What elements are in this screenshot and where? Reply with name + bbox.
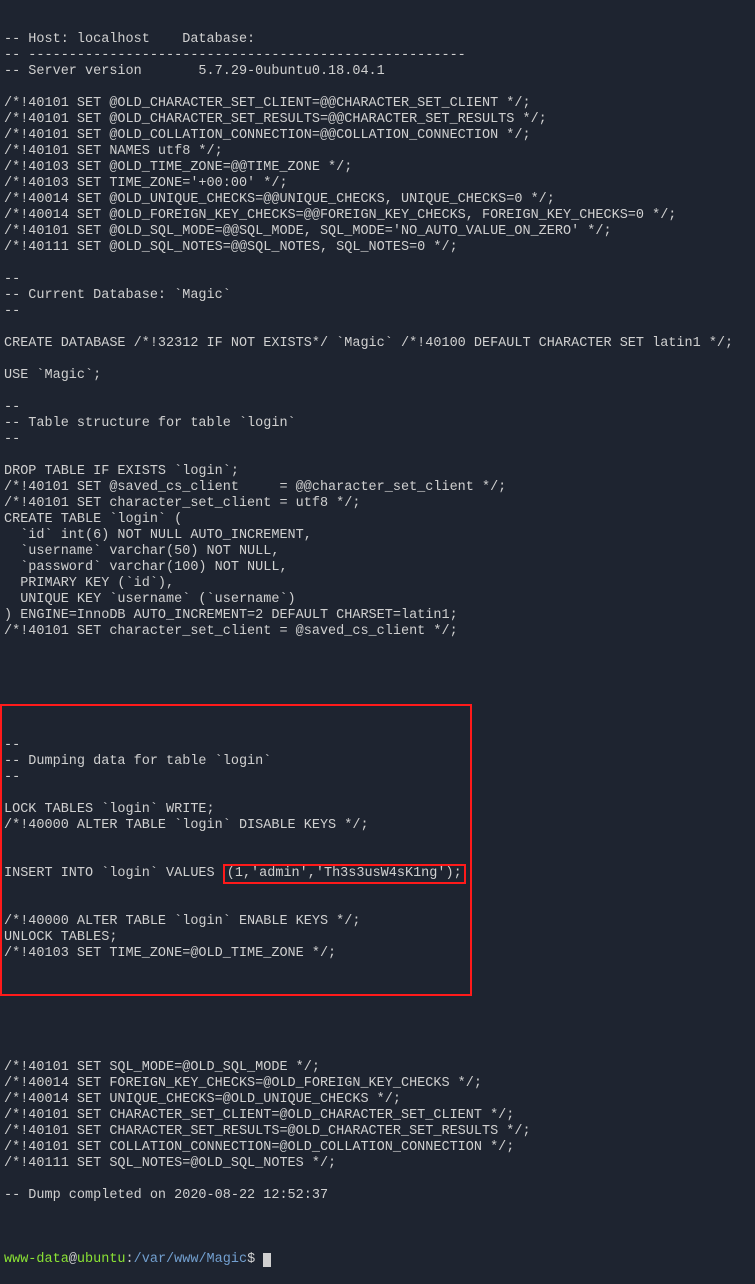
redbox-line: -- — [4, 770, 468, 786]
output-line: CREATE DATABASE /*!32312 IF NOT EXISTS*/… — [4, 336, 751, 352]
output-line: ) ENGINE=InnoDB AUTO_INCREMENT=2 DEFAULT… — [4, 608, 751, 624]
prompt-path: /var/www/Magic — [134, 1252, 247, 1267]
cursor-icon — [263, 1253, 271, 1267]
output-line: -- — [4, 272, 751, 288]
prompt-colon: : — [126, 1252, 134, 1267]
redbox-line — [4, 786, 468, 802]
output-line: /*!40103 SET TIME_ZONE='+00:00' */; — [4, 176, 751, 192]
output-line — [4, 320, 751, 336]
output-line: /*!40111 SET SQL_NOTES=@OLD_SQL_NOTES */… — [4, 1156, 751, 1172]
redbox-lines-after: /*!40000 ALTER TABLE `login` ENABLE KEYS… — [4, 914, 468, 962]
output-line: -- Server version 5.7.29-0ubuntu0.18.04.… — [4, 64, 751, 80]
output-line — [4, 1044, 751, 1060]
output-line: -- Host: localhost Database: — [4, 32, 751, 48]
output-line: DROP TABLE IF EXISTS `login`; — [4, 464, 751, 480]
highlighted-dump-section: ---- Dumping data for table `login`-- LOC… — [0, 704, 472, 996]
output-line: /*!40101 SET CHARACTER_SET_RESULTS=@OLD_… — [4, 1124, 751, 1140]
output-line: -- — [4, 432, 751, 448]
sql-dump-output-bottom: /*!40101 SET SQL_MODE=@OLD_SQL_MODE */;/… — [4, 1044, 751, 1204]
redbox-line: UNLOCK TABLES; — [4, 930, 468, 946]
output-line — [4, 448, 751, 464]
output-line: /*!40103 SET @OLD_TIME_ZONE=@@TIME_ZONE … — [4, 160, 751, 176]
prompt-at: @ — [69, 1252, 77, 1267]
prompt-dollar: $ — [247, 1252, 255, 1267]
output-line: /*!40101 SET @OLD_CHARACTER_SET_CLIENT=@… — [4, 96, 751, 112]
prompt-host: ubuntu — [77, 1252, 126, 1267]
terminal-window[interactable]: -- Host: localhost Database:-- ---------… — [0, 0, 755, 1284]
output-line: /*!40101 SET character_set_client = utf8… — [4, 496, 751, 512]
redbox-line: -- — [4, 738, 468, 754]
output-line: /*!40111 SET @OLD_SQL_NOTES=@@SQL_NOTES,… — [4, 240, 751, 256]
output-line: /*!40101 SET COLLATION_CONNECTION=@OLD_C… — [4, 1140, 751, 1156]
output-line: -- — [4, 400, 751, 416]
output-line — [4, 256, 751, 272]
output-line — [4, 640, 751, 656]
output-line: /*!40014 SET FOREIGN_KEY_CHECKS=@OLD_FOR… — [4, 1076, 751, 1092]
output-line: USE `Magic`; — [4, 368, 751, 384]
output-line: -- Current Database: `Magic` — [4, 288, 751, 304]
insert-prefix: INSERT INTO `login` VALUES — [4, 866, 223, 881]
output-line: /*!40101 SET CHARACTER_SET_CLIENT=@OLD_C… — [4, 1108, 751, 1124]
redbox-lines-before: ---- Dumping data for table `login`-- LOC… — [4, 738, 468, 834]
output-line: /*!40014 SET UNIQUE_CHECKS=@OLD_UNIQUE_C… — [4, 1092, 751, 1108]
output-line — [4, 352, 751, 368]
output-line: /*!40101 SET @OLD_SQL_MODE=@@SQL_MODE, S… — [4, 224, 751, 240]
output-line: `password` varchar(100) NOT NULL, — [4, 560, 751, 576]
sql-dump-output-top: -- Host: localhost Database:-- ---------… — [4, 32, 751, 656]
output-line: CREATE TABLE `login` ( — [4, 512, 751, 528]
output-line: -- -------------------------------------… — [4, 48, 751, 64]
output-line: /*!40014 SET @OLD_UNIQUE_CHECKS=@@UNIQUE… — [4, 192, 751, 208]
prompt-user: www-data — [4, 1252, 69, 1267]
insert-line: INSERT INTO `login` VALUES (1,'admin','T… — [4, 866, 468, 882]
output-line — [4, 80, 751, 96]
output-line: -- Table structure for table `login` — [4, 416, 751, 432]
output-line: -- Dump completed on 2020-08-22 12:52:37 — [4, 1188, 751, 1204]
output-line — [4, 1172, 751, 1188]
output-line: /*!40101 SET character_set_client = @sav… — [4, 624, 751, 640]
output-line: PRIMARY KEY (`id`), — [4, 576, 751, 592]
redbox-line: -- Dumping data for table `login` — [4, 754, 468, 770]
output-line: /*!40014 SET @OLD_FOREIGN_KEY_CHECKS=@@F… — [4, 208, 751, 224]
output-line: /*!40101 SET NAMES utf8 */; — [4, 144, 751, 160]
output-line: /*!40101 SET @saved_cs_client = @@charac… — [4, 480, 751, 496]
redbox-line: /*!40000 ALTER TABLE `login` DISABLE KEY… — [4, 818, 468, 834]
output-line: -- — [4, 304, 751, 320]
redbox-line: /*!40000 ALTER TABLE `login` ENABLE KEYS… — [4, 914, 468, 930]
output-line: `id` int(6) NOT NULL AUTO_INCREMENT, — [4, 528, 751, 544]
redbox-line: /*!40103 SET TIME_ZONE=@OLD_TIME_ZONE */… — [4, 946, 468, 962]
output-line — [4, 384, 751, 400]
output-line: /*!40101 SET @OLD_CHARACTER_SET_RESULTS=… — [4, 112, 751, 128]
output-line: `username` varchar(50) NOT NULL, — [4, 544, 751, 560]
credentials-highlight: (1,'admin','Th3s3usW4sK1ng'); — [223, 864, 466, 884]
output-line: /*!40101 SET @OLD_COLLATION_CONNECTION=@… — [4, 128, 751, 144]
output-line: UNIQUE KEY `username` (`username`) — [4, 592, 751, 608]
redbox-line: LOCK TABLES `login` WRITE; — [4, 802, 468, 818]
output-line: /*!40101 SET SQL_MODE=@OLD_SQL_MODE */; — [4, 1060, 751, 1076]
shell-prompt-line[interactable]: www-data@ubuntu:/var/www/Magic$ — [4, 1252, 751, 1268]
